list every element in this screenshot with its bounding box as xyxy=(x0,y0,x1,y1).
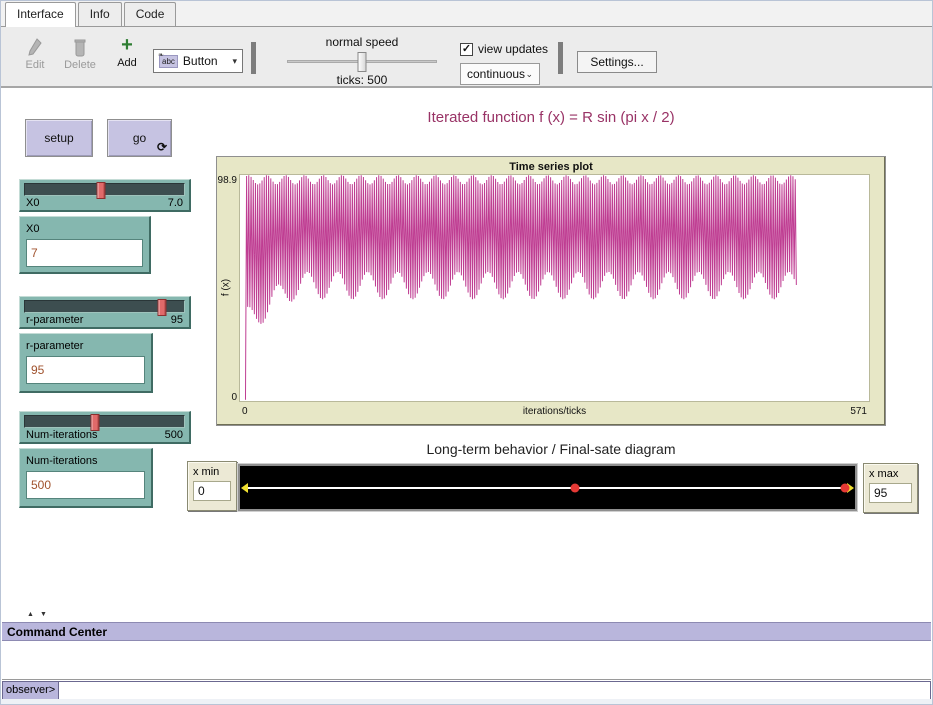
y-axis-label: f (x) xyxy=(221,278,232,298)
slider-value: 7.0 xyxy=(168,197,183,209)
inputbox-label: r-parameter xyxy=(26,340,145,352)
settings-button[interactable]: Settings... xyxy=(577,51,657,73)
slider-value: 500 xyxy=(165,429,183,441)
world-view[interactable] xyxy=(238,464,857,511)
delete-button[interactable]: Delete xyxy=(61,37,99,71)
x0-input[interactable] xyxy=(26,239,143,267)
pencil-icon xyxy=(19,37,51,59)
slider-x0[interactable]: X0 7.0 xyxy=(19,179,191,212)
add-button[interactable]: + Add xyxy=(111,35,143,69)
slider-r-parameter[interactable]: r-parameter 95 xyxy=(19,296,191,329)
y-axis-max-label: 98.9 xyxy=(217,175,237,186)
forever-icon: ⟳ xyxy=(157,140,167,154)
splitter-down-icon: ▼ xyxy=(40,611,53,618)
plot-title: Time series plot xyxy=(217,161,885,173)
add-label: Add xyxy=(117,57,137,69)
edit-label: Edit xyxy=(26,59,45,71)
x-min-label: x min xyxy=(193,466,231,478)
model-title: Iterated function f (x) = R sin (pi x / … xyxy=(216,109,886,126)
speed-slider-thumb[interactable] xyxy=(358,52,367,72)
ticks-counter: ticks: 500 xyxy=(281,73,443,87)
view-updates-toggle[interactable]: ✓ view updates xyxy=(460,42,548,56)
inputbox-num-iterations: Num-iterations xyxy=(19,448,153,508)
command-center-header[interactable]: Command Center xyxy=(2,622,931,641)
tab-info[interactable]: Info xyxy=(78,2,122,26)
observer-prompt: observer> xyxy=(2,681,59,700)
setup-button[interactable]: setup xyxy=(25,119,93,157)
inputbox-label: Num-iterations xyxy=(26,455,145,467)
plot-canvas xyxy=(239,174,870,402)
inputbox-label: X0 xyxy=(26,223,143,235)
edit-button[interactable]: Edit xyxy=(19,37,51,71)
turtle-dot xyxy=(570,483,579,492)
r-parameter-input[interactable] xyxy=(26,356,145,384)
x-axis-label: iterations/ticks xyxy=(239,406,870,417)
command-center-output[interactable] xyxy=(2,642,931,680)
update-mode-dropdown[interactable]: continuous ⌄ xyxy=(460,63,540,85)
view-updates-checkbox[interactable]: ✓ xyxy=(460,43,473,56)
plus-icon: + xyxy=(111,35,143,57)
final-state-title: Long-term behavior / Final-sate diagram xyxy=(216,441,886,457)
command-input[interactable] xyxy=(59,681,931,700)
x-min-box: x min xyxy=(187,461,237,511)
command-center-prompt-row: observer> xyxy=(2,681,931,700)
x-max-input[interactable] xyxy=(869,483,912,503)
go-button-label: go xyxy=(133,131,146,145)
trash-icon xyxy=(61,37,99,59)
slider-name: X0 xyxy=(26,197,39,209)
slider-track[interactable] xyxy=(24,183,185,196)
x-min-input[interactable] xyxy=(193,481,231,501)
chevron-down-icon: ▾ xyxy=(232,56,237,67)
window-bottom-edge xyxy=(1,699,932,704)
inputbox-x0: X0 xyxy=(19,216,151,274)
toolbar-separator xyxy=(251,42,256,74)
y-axis-min-label: 0 xyxy=(217,392,237,403)
slider-name: r-parameter xyxy=(26,314,83,326)
widget-type-label: Button xyxy=(183,54,218,68)
widget-type-dropdown[interactable]: ❧abc Button ▾ xyxy=(153,49,243,73)
num-iterations-input[interactable] xyxy=(26,471,145,499)
x-max-label: x max xyxy=(869,468,912,480)
toolbar: Edit Delete + Add ❧abc Button ▾ normal s… xyxy=(1,27,932,88)
speed-slider-label: normal speed xyxy=(281,35,443,49)
go-button[interactable]: go ⟳ xyxy=(107,119,172,157)
button-widget-icon: ❧abc xyxy=(159,55,178,68)
inputbox-r-parameter: r-parameter xyxy=(19,333,153,393)
setup-button-label: setup xyxy=(44,131,73,145)
turtle-dot xyxy=(841,483,850,492)
time-series-plot: Time series plot 98.9 f (x) 0 0 iteratio… xyxy=(216,156,886,426)
slider-track[interactable] xyxy=(24,300,185,313)
update-mode-value: continuous xyxy=(467,67,525,81)
command-center-splitter[interactable]: ▲▼ xyxy=(27,611,53,618)
slider-name: Num-iterations xyxy=(26,429,98,441)
view-updates-label: view updates xyxy=(478,42,548,56)
tab-interface[interactable]: Interface xyxy=(5,2,76,27)
splitter-up-icon: ▲ xyxy=(27,611,40,618)
slider-track[interactable] xyxy=(24,415,185,428)
number-line xyxy=(245,487,852,489)
x-axis-max-label: 571 xyxy=(850,406,867,417)
chevron-down-icon: ⌄ xyxy=(525,69,533,80)
slider-value: 95 xyxy=(171,314,183,326)
x-max-box: x max xyxy=(863,463,918,513)
command-center-title: Command Center xyxy=(7,625,107,639)
timeseries-waveform xyxy=(240,175,869,401)
delete-label: Delete xyxy=(64,59,96,71)
tab-code[interactable]: Code xyxy=(124,2,177,26)
left-arrow-icon xyxy=(241,483,248,493)
speed-slider[interactable] xyxy=(287,60,437,63)
netlogo-window: Interface Info Code Edit Delete + Add ❧a… xyxy=(0,0,933,705)
toolbar-separator xyxy=(558,42,563,74)
tab-bar: Interface Info Code xyxy=(1,1,932,27)
slider-num-iterations[interactable]: Num-iterations 500 xyxy=(19,411,191,444)
